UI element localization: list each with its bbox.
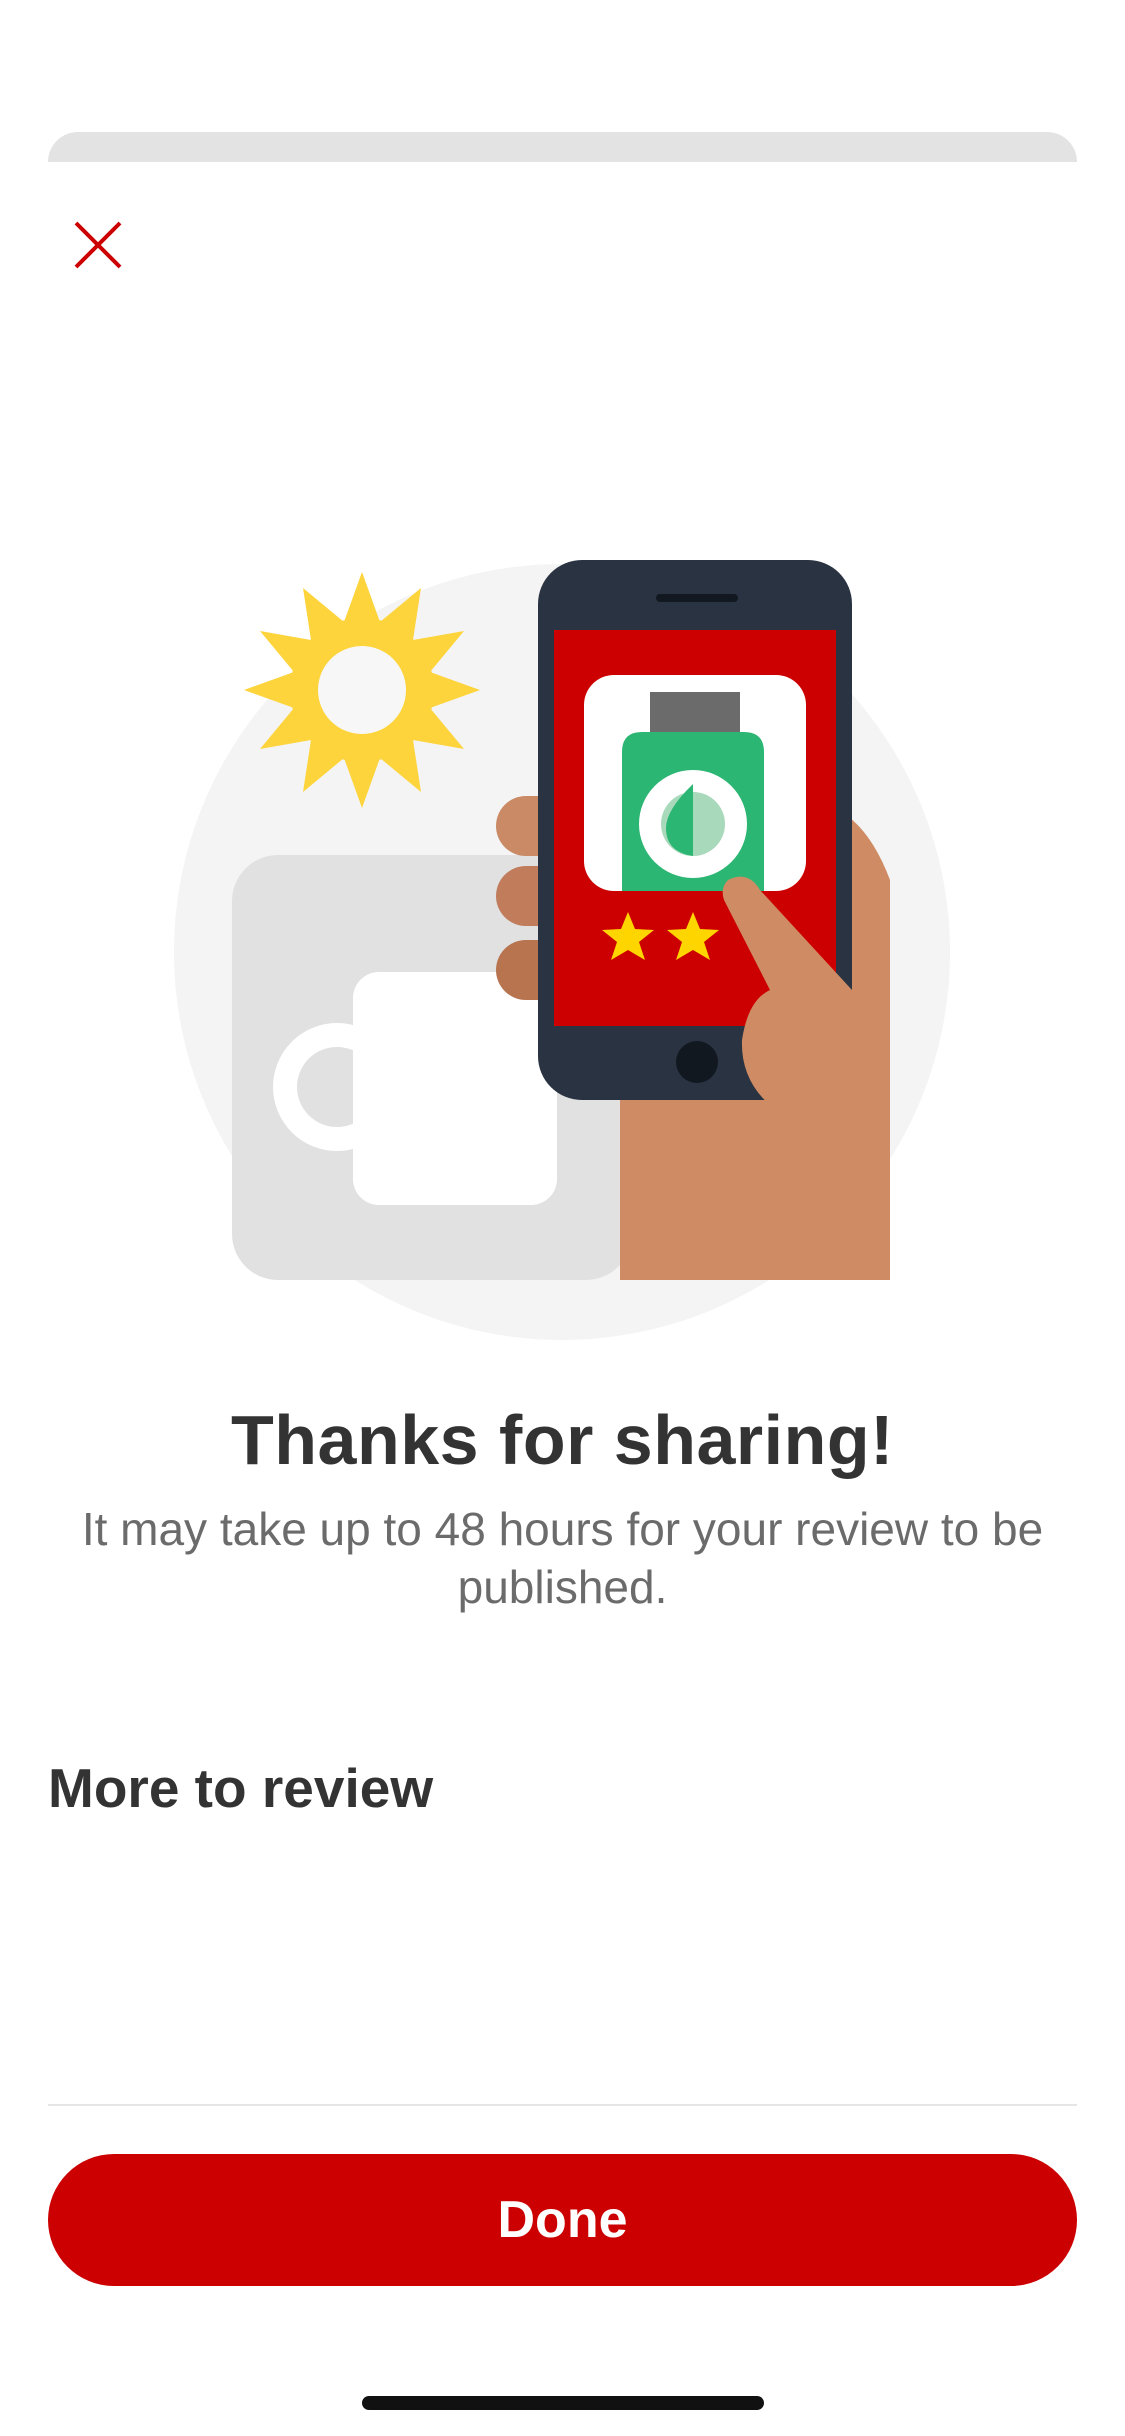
more-to-review-heading: More to review bbox=[48, 1757, 434, 1819]
close-icon bbox=[74, 221, 122, 269]
review-illustration bbox=[174, 560, 950, 1340]
sheet-top-edge bbox=[48, 132, 1077, 162]
confirmation-subtitle: It may take up to 48 hours for your revi… bbox=[81, 1503, 1044, 1613]
footer-divider bbox=[48, 2104, 1077, 2106]
close-button[interactable] bbox=[58, 205, 138, 285]
home-indicator bbox=[362, 2396, 764, 2410]
confirmation-title: Thanks for sharing! bbox=[231, 1401, 894, 1479]
done-button[interactable]: Done bbox=[48, 2154, 1077, 2286]
